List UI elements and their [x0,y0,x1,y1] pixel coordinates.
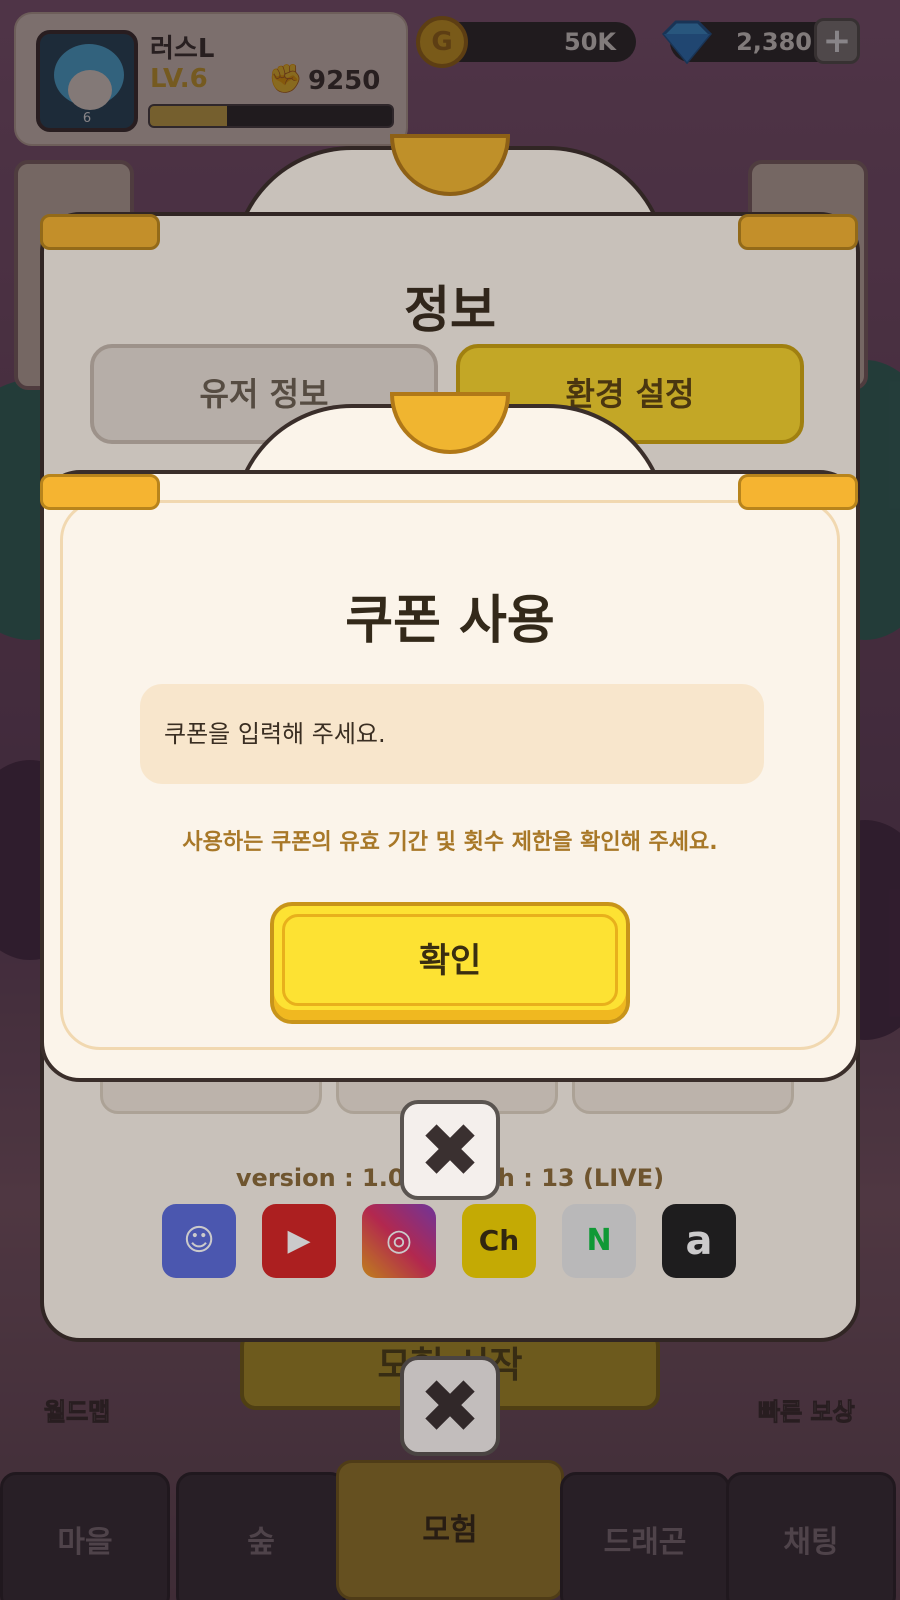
confirm-button[interactable]: 확인 [270,902,630,1024]
close-coupon-dialog-button[interactable]: ✖ [400,1100,500,1200]
coupon-dialog-title: 쿠폰 사용 [345,591,555,651]
corner-ornament [40,474,160,510]
coupon-notice: 사용하는 쿠폰의 유효 기간 및 횟수 제한을 확인해 주세요. [182,830,718,855]
corner-ornament [738,474,858,510]
confirm-label: 확인 [418,941,482,981]
coupon-code-input[interactable] [140,684,764,784]
